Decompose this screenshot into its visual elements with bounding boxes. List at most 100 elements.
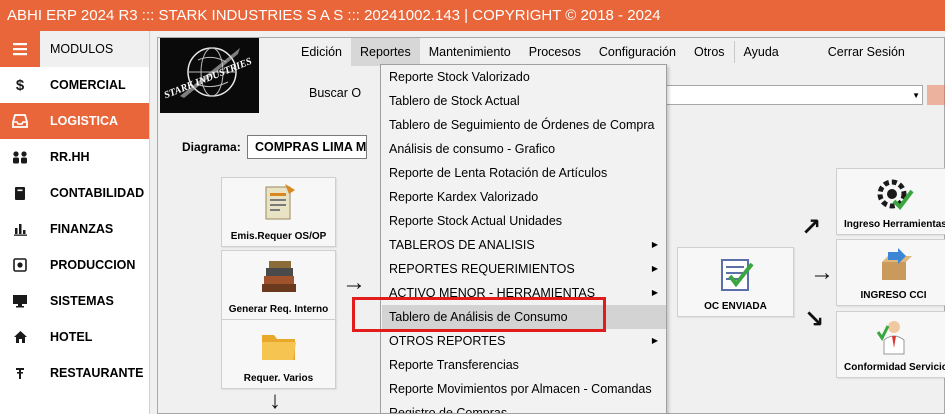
home-icon	[0, 319, 40, 355]
tile-label: INGRESO CCI	[860, 290, 927, 301]
sidebar-item-hotel[interactable]: HOTEL	[0, 319, 149, 355]
menu-edicion[interactable]: Edición	[292, 38, 351, 66]
menu-item-label: Reporte de Lenta Rotación de Artículos	[389, 166, 608, 180]
folder-icon	[222, 325, 335, 367]
tile-oc-enviada[interactable]: OC ENVIADA	[677, 247, 794, 317]
menu-item-label: REPORTES REQUERIMIENTOS	[389, 262, 575, 276]
menu-item-label: Reporte Stock Actual Unidades	[389, 214, 563, 228]
sidebar-item-label: MODULOS	[50, 42, 114, 56]
menu-item-movimientos-almacen[interactable]: Reporte Movimientos por Almacen - Comand…	[382, 377, 666, 401]
tile-label: Ingreso Herramientas	[844, 219, 945, 230]
menu-item-label: Reporte Kardex Valorizado	[389, 190, 539, 204]
highlight-annotation	[352, 297, 606, 332]
menu-item-reporte-stock-valorizado[interactable]: Reporte Stock Valorizado	[382, 65, 666, 89]
menu-item-label: TABLEROS DE ANALISIS	[389, 238, 535, 252]
menu-item-label: OTROS REPORTES	[389, 334, 506, 348]
tile-ingreso-cci[interactable]: INGRESO CCI	[836, 239, 945, 306]
person-check-icon	[837, 317, 945, 359]
sidebar-item-sistemas[interactable]: SISTEMAS	[0, 283, 149, 319]
sidebar-item-rrhh[interactable]: RR.HH	[0, 139, 149, 175]
arrow-right-icon: →	[342, 269, 366, 296]
desktop-icon	[0, 283, 40, 319]
gear-box-icon	[0, 247, 40, 283]
menu-mantenimiento[interactable]: Mantenimiento	[420, 38, 520, 66]
sidebar-item-label: LOGISTICA	[50, 114, 119, 128]
tile-label: Generar Req. Interno	[228, 304, 329, 315]
tile-label: Emis.Requer OS/OP	[230, 231, 327, 242]
tile-emis-requer[interactable]: Emis.Requer OS/OP	[221, 177, 336, 247]
sidebar-item-modulos[interactable]: MODULOS	[0, 31, 149, 67]
gear-wrench-icon	[837, 174, 945, 216]
arrow-down-right-icon: ↘	[804, 306, 825, 333]
menu-procesos[interactable]: Procesos	[520, 38, 590, 66]
chevron-down-icon[interactable]: ▼	[912, 91, 920, 100]
tile-label: OC ENVIADA	[704, 301, 767, 312]
menu-item-label: Reporte Movimientos por Almacen - Comand…	[389, 382, 652, 396]
sidebar-item-comercial[interactable]: $ COMERCIAL	[0, 67, 149, 103]
submenu-arrow-icon: ▶	[651, 336, 658, 345]
menu-item-stock-actual-unidades[interactable]: Reporte Stock Actual Unidades	[382, 209, 666, 233]
submenu-arrow-icon: ▶	[651, 288, 658, 297]
menu-item-otros-reportes[interactable]: OTROS REPORTES ▶	[382, 329, 666, 353]
menu-item-reporte-transferencias[interactable]: Reporte Transferencias	[382, 353, 666, 377]
sidebar-item-produccion[interactable]: PRODUCCION	[0, 247, 149, 283]
menu-cerrar-sesion[interactable]: Cerrar Sesión	[788, 38, 914, 66]
menu-item-label: Tablero de Seguimiento de Órdenes de Com…	[389, 118, 655, 132]
menu-otros[interactable]: Otros	[685, 38, 734, 66]
pin-icon	[0, 355, 40, 391]
menu-bar: Edición Reportes Mantenimiento Procesos …	[292, 38, 914, 66]
inbox-icon	[0, 103, 40, 139]
books-icon	[222, 256, 335, 298]
menu-item-analisis-consumo-grafico[interactable]: Análisis de consumo - Grafico	[382, 137, 666, 161]
menu-item-tableros-analisis[interactable]: TABLEROS DE ANALISIS ▶	[382, 233, 666, 257]
tile-requer-varios[interactable]: Requer. Varios	[221, 319, 336, 389]
menu-ayuda[interactable]: Ayuda	[735, 38, 788, 66]
search-button[interactable]	[927, 85, 945, 105]
diagrama-select[interactable]: COMPRAS LIMA M	[247, 135, 367, 159]
box-arrow-icon	[837, 245, 945, 287]
reportes-dropdown-menu: Reporte Stock Valorizado Tablero de Stoc…	[380, 64, 667, 414]
sidebar-item-logistica[interactable]: LOGISTICA	[0, 103, 149, 139]
menu-item-label: Tablero de Stock Actual	[389, 94, 520, 108]
menu-item-label: Reporte Stock Valorizado	[389, 70, 530, 84]
sidebar-item-label: FINANZAS	[50, 222, 114, 236]
sidebar: MODULOS $ COMERCIAL LOGISTICA RR.HH CONT…	[0, 31, 149, 414]
sidebar-item-label: RR.HH	[50, 150, 90, 164]
book-icon	[0, 175, 40, 211]
hamburger-icon	[0, 31, 40, 67]
sidebar-item-label: PRODUCCION	[50, 258, 136, 272]
window-title-bar: ABHI ERP 2024 R3 ::: STARK INDUSTRIES S …	[0, 0, 945, 31]
menu-item-reportes-requerimientos[interactable]: REPORTES REQUERIMIENTOS ▶	[382, 257, 666, 281]
sidebar-item-label: CONTABILIDAD	[50, 186, 145, 200]
menu-item-tablero-seguimiento-oc[interactable]: Tablero de Seguimiento de Órdenes de Com…	[382, 113, 666, 137]
arrow-right-icon: →	[810, 259, 834, 286]
company-logo: STARK INDUSTRIES	[160, 38, 259, 113]
sidebar-item-contabilidad[interactable]: CONTABILIDAD	[0, 175, 149, 211]
menu-item-tablero-stock-actual[interactable]: Tablero de Stock Actual	[382, 89, 666, 113]
bar-chart-icon	[0, 211, 40, 247]
menu-item-registro-compras[interactable]: Registro de Compras	[382, 401, 666, 414]
menu-item-kardex-valorizado[interactable]: Reporte Kardex Valorizado	[382, 185, 666, 209]
tile-label: Requer. Varios	[243, 373, 314, 384]
sidebar-item-restaurante[interactable]: RESTAURANTE	[0, 355, 149, 391]
sidebar-item-finanzas[interactable]: FINANZAS	[0, 211, 149, 247]
tile-conformidad-servicio[interactable]: Conformidad Servicio	[836, 311, 945, 378]
sidebar-item-label: COMERCIAL	[50, 78, 126, 92]
submenu-arrow-icon: ▶	[651, 264, 658, 273]
tile-ingreso-herramientas[interactable]: Ingreso Herramientas	[836, 168, 945, 235]
arrow-down-icon: ↓	[269, 387, 281, 414]
submenu-arrow-icon: ▶	[651, 240, 658, 249]
menu-item-label: Registro de Compras	[389, 406, 508, 414]
tile-generar-req[interactable]: Generar Req. Interno	[221, 250, 336, 320]
checklist-icon	[678, 253, 793, 295]
search-label: Buscar O	[309, 86, 362, 100]
menu-reportes[interactable]: Reportes	[351, 38, 420, 66]
diagrama-label: Diagrama:	[182, 140, 241, 154]
sidebar-item-label: RESTAURANTE	[50, 366, 144, 380]
people-icon	[0, 139, 40, 175]
search-combo[interactable]: ▼	[666, 85, 923, 105]
menu-item-label: Reporte Transferencias	[389, 358, 519, 372]
menu-item-lenta-rotacion[interactable]: Reporte de Lenta Rotación de Artículos	[382, 161, 666, 185]
arrow-up-right-icon: ↗	[801, 214, 822, 241]
menu-configuracion[interactable]: Configuración	[590, 38, 685, 66]
